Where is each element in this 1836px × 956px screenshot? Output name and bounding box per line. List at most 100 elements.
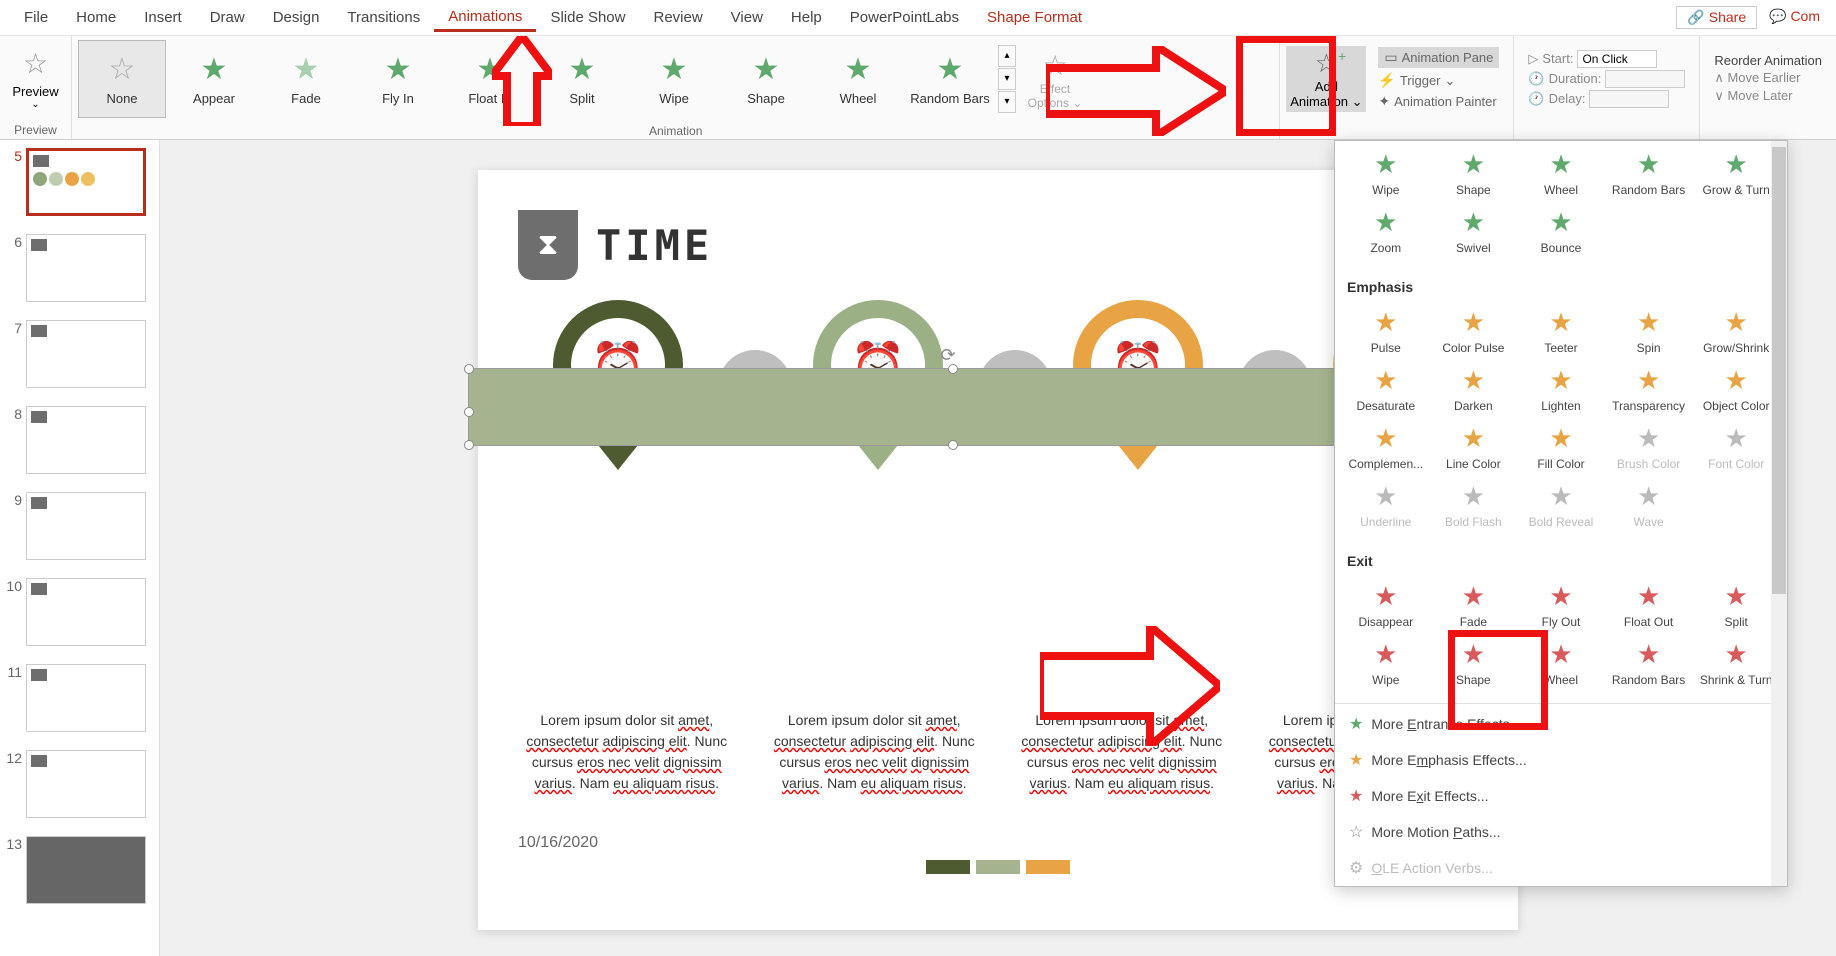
anim-emphasis-growshrink[interactable]: ★Grow/Shrink xyxy=(1693,303,1779,359)
anim-emphasis-transparency[interactable]: ★Transparency xyxy=(1606,361,1692,417)
anim-entrance-swivel[interactable]: ★Swivel xyxy=(1431,203,1517,259)
star-icon: ★ xyxy=(1725,149,1748,180)
anim-shape[interactable]: ★Shape xyxy=(722,40,810,118)
anim-exit-flyout[interactable]: ★Fly Out xyxy=(1518,577,1604,633)
resize-handle[interactable] xyxy=(464,407,474,417)
anim-appear[interactable]: ★Appear xyxy=(170,40,258,118)
anim-emphasis-pulse[interactable]: ★Pulse xyxy=(1343,303,1429,359)
star-icon: ★ xyxy=(1349,750,1363,770)
menu-pptlabs[interactable]: PowerPointLabs xyxy=(836,5,973,30)
anim-emphasis-fillcolor[interactable]: ★Fill Color xyxy=(1518,419,1604,475)
slide-thumb-12[interactable] xyxy=(26,750,146,818)
menu-design[interactable]: Design xyxy=(259,5,334,30)
slide-thumb-10[interactable] xyxy=(26,578,146,646)
share-button[interactable]: 🔗 Share xyxy=(1676,6,1757,29)
menu-draw[interactable]: Draw xyxy=(196,5,259,30)
more-motion-paths[interactable]: ☆More Motion Paths... xyxy=(1335,814,1787,850)
more-exit-effects[interactable]: ★More Exit Effects... xyxy=(1335,778,1787,814)
more-emphasis-effects[interactable]: ★More Emphasis Effects... xyxy=(1335,742,1787,778)
dropdown-scrollbar[interactable] xyxy=(1771,141,1787,886)
menu-view[interactable]: View xyxy=(717,5,777,30)
menu-insert[interactable]: Insert xyxy=(130,5,196,30)
anim-emphasis-spin[interactable]: ★Spin xyxy=(1606,303,1692,359)
anim-exit-split[interactable]: ★Split xyxy=(1693,577,1779,633)
play-icon: ▷ xyxy=(1528,51,1538,67)
animation-pane-button[interactable]: ▭Animation Pane xyxy=(1378,47,1499,68)
anim-emphasis-colorpulse[interactable]: ★Color Pulse xyxy=(1431,303,1517,359)
star-icon: ★ xyxy=(1374,149,1397,180)
star-icon: ★ xyxy=(1725,423,1748,454)
anim-emphasis-darken[interactable]: ★Darken xyxy=(1431,361,1517,417)
menu-slideshow[interactable]: Slide Show xyxy=(536,5,639,30)
menu-home[interactable]: Home xyxy=(62,5,130,30)
preview-button[interactable]: ☆ Preview ⌄ xyxy=(6,47,65,110)
comments-button[interactable]: 💬 Com xyxy=(1763,6,1826,29)
anim-emphasis-objectcolor[interactable]: ★Object Color xyxy=(1693,361,1779,417)
anim-exit-floatout[interactable]: ★Float Out xyxy=(1606,577,1692,633)
menu-help[interactable]: Help xyxy=(777,5,836,30)
menu-animations[interactable]: Animations xyxy=(434,4,536,32)
anim-none[interactable]: ☆None xyxy=(78,40,166,118)
anim-entrance-wipe[interactable]: ★Wipe xyxy=(1343,145,1429,201)
slide-thumb-9[interactable] xyxy=(26,492,146,560)
text-placeholder-2[interactable]: Lorem ipsum dolor sit amet, consectetur … xyxy=(766,710,984,794)
animation-painter-button[interactable]: ✦Animation Painter xyxy=(1378,93,1499,110)
star-icon: ☆ xyxy=(6,47,65,80)
star-icon: ★ xyxy=(293,52,320,87)
resize-handle[interactable] xyxy=(464,440,474,450)
selected-shape[interactable]: ⟳ xyxy=(468,368,1428,446)
anim-exit-fade[interactable]: ★Fade xyxy=(1431,577,1517,633)
anim-entrance-randombars[interactable]: ★Random Bars xyxy=(1606,145,1692,201)
resize-handle[interactable] xyxy=(948,440,958,450)
anim-emphasis-teeter[interactable]: ★Teeter xyxy=(1518,303,1604,359)
slide-thumb-8[interactable] xyxy=(26,406,146,474)
menu-file[interactable]: File xyxy=(10,5,62,30)
anim-randombars[interactable]: ★Random Bars xyxy=(906,40,994,118)
anim-entrance-zoom[interactable]: ★Zoom xyxy=(1343,203,1429,259)
menu-review[interactable]: Review xyxy=(639,5,716,30)
trigger-button[interactable]: ⚡Trigger ⌄ xyxy=(1378,72,1499,89)
menu-transitions[interactable]: Transitions xyxy=(333,5,434,30)
star-icon: ★ xyxy=(1462,423,1485,454)
clock-icon: 🕐 xyxy=(1528,71,1544,87)
rotate-handle-icon[interactable]: ⟳ xyxy=(940,345,955,366)
anim-wipe[interactable]: ★Wipe xyxy=(630,40,718,118)
slide-thumb-13[interactable] xyxy=(26,836,146,904)
star-icon: ★ xyxy=(1549,581,1572,612)
star-icon: ★ xyxy=(1462,365,1485,396)
anim-emphasis-lighten[interactable]: ★Lighten xyxy=(1518,361,1604,417)
hourglass-icon: ⧗ xyxy=(518,210,578,280)
resize-handle[interactable] xyxy=(464,364,474,374)
anim-exit-randombars[interactable]: ★Random Bars xyxy=(1606,635,1692,691)
anim-exit-shrinkturn[interactable]: ★Shrink & Turn xyxy=(1693,635,1779,691)
anim-emphasis-desaturate[interactable]: ★Desaturate xyxy=(1343,361,1429,417)
slide-thumb-6[interactable] xyxy=(26,234,146,302)
slide-thumb-5[interactable] xyxy=(26,148,146,216)
text-placeholder-1[interactable]: Lorem ipsum dolor sit amet, consectetur … xyxy=(518,710,736,794)
more-entrance-effects[interactable]: ★More Entrance Effects... xyxy=(1335,706,1787,742)
slide-thumb-7[interactable] xyxy=(26,320,146,388)
anim-exit-disappear[interactable]: ★Disappear xyxy=(1343,577,1429,633)
anim-emphasis-complementary[interactable]: ★Complemen... xyxy=(1343,419,1429,475)
slide-thumbnails-panel: 5 6 7 8 9 10 11 12 13 xyxy=(0,140,160,956)
anim-emphasis-linecolor[interactable]: ★Line Color xyxy=(1431,419,1517,475)
start-select[interactable] xyxy=(1577,50,1657,68)
anim-flyin[interactable]: ★Fly In xyxy=(354,40,442,118)
anim-entrance-wheel[interactable]: ★Wheel xyxy=(1518,145,1604,201)
star-icon: ★ xyxy=(1374,581,1397,612)
menu-shapeformat[interactable]: Shape Format xyxy=(973,5,1096,30)
star-icon: ★ xyxy=(1549,639,1572,670)
gallery-more[interactable]: ▴▾▾ xyxy=(998,45,1016,113)
slide-thumb-11[interactable] xyxy=(26,664,146,732)
star-icon: ★ xyxy=(1374,639,1397,670)
anim-entrance-shape[interactable]: ★Shape xyxy=(1431,145,1517,201)
duration-label: Duration: xyxy=(1549,71,1602,86)
anim-entrance-bounce[interactable]: ★Bounce xyxy=(1518,203,1604,259)
anim-wheel[interactable]: ★Wheel xyxy=(814,40,902,118)
anim-exit-wipe[interactable]: ★Wipe xyxy=(1343,635,1429,691)
anim-fade[interactable]: ★Fade xyxy=(262,40,350,118)
star-icon: ☆ xyxy=(1349,822,1363,842)
star-icon: ★ xyxy=(1549,307,1572,338)
anim-entrance-growturn[interactable]: ★Grow & Turn xyxy=(1693,145,1779,201)
resize-handle[interactable] xyxy=(948,364,958,374)
